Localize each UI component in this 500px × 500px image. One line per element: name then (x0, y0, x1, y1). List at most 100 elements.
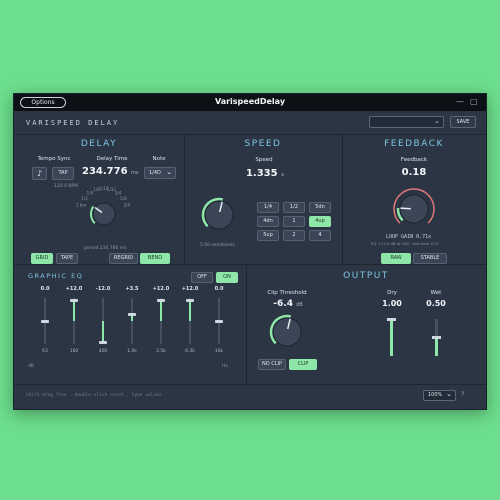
eq-band-value: +12.0 (181, 286, 199, 292)
help-icon[interactable]: ? (461, 391, 464, 398)
eq-slider-thumb[interactable] (186, 298, 194, 302)
regrid-button[interactable]: REGRID (109, 253, 138, 264)
speed-ratio-button[interactable]: 4dn (257, 216, 279, 227)
eq-off-button[interactable]: OFF (191, 272, 213, 283)
clip-button[interactable]: CLIP (289, 359, 317, 370)
eq-slider-thumb[interactable] (215, 319, 223, 323)
loop-gain-readout: LOOP GAIN 0.71x (386, 234, 432, 240)
speed-display: 1.335 x (240, 168, 290, 179)
eq-slider-fill (189, 300, 191, 321)
eq-slider-thumb[interactable] (70, 298, 78, 302)
preset-dropdown[interactable]: ⌄ (369, 116, 444, 128)
eq-on-button[interactable]: ON (216, 272, 238, 283)
clip-threshold-knob[interactable] (272, 317, 302, 347)
speed-value: 1.335 (245, 168, 278, 179)
eq-band: +3.5 1.0k (118, 286, 146, 361)
period-readout: period 234.780 ms (84, 246, 127, 251)
window-title: VarispeedDelay (214, 97, 286, 106)
minimize-icon[interactable]: — (456, 97, 464, 107)
speed-knob-area (201, 197, 234, 230)
wet-value: 0.50 (426, 299, 446, 308)
eq-band-value: +12.0 (65, 286, 83, 292)
zoom-value: 100% (428, 392, 443, 398)
delay-knob-area: 1 bar1/21/41/8 1/161/323/45/82/4 (76, 186, 130, 226)
speed-knob[interactable] (204, 200, 234, 230)
chevron-down-icon: ⌄ (446, 390, 452, 398)
dry-slider-track[interactable] (387, 317, 396, 356)
eq-slider-thumb[interactable] (41, 319, 49, 323)
delay-mode-tape-button[interactable]: TAPE (56, 253, 78, 264)
eq-band-value: +3.5 (125, 286, 139, 292)
speed-feedback-divider (342, 134, 343, 264)
delay-tick-label: 1/2 (81, 196, 88, 201)
delay-speed-divider (184, 134, 185, 264)
eq-band-freq: 400 (98, 349, 108, 354)
note-icon: ♪ (36, 169, 43, 178)
save-button[interactable]: SAVE (450, 116, 476, 128)
eq-band: -12.0 400 (89, 286, 117, 361)
plugin-header-title: VARISPEED DELAY (26, 119, 120, 127)
speed-ratio-button[interactable]: 4 (309, 230, 331, 241)
footer-divider (14, 384, 486, 385)
delay-tick-label: 1 bar (76, 203, 87, 208)
zoom-dropdown[interactable]: 100% ⌄ (423, 390, 456, 401)
dry-slider-thumb[interactable] (387, 317, 396, 321)
eq-slider-track[interactable] (131, 298, 133, 344)
wet-slider-track[interactable] (432, 319, 441, 356)
eq-band-value: +12.0 (152, 286, 170, 292)
eq-band-freq: 2.5k (156, 349, 166, 354)
speed-ratio-button[interactable]: 2 (283, 230, 305, 241)
eq-band: +12.0 160 (60, 286, 88, 361)
eq-bands: 0.0 63 +12.0 160 -12.0 400 +3.5 1.0k +12.0 2.5k +1… (31, 286, 236, 361)
speed-ratio-button[interactable]: 5up (257, 230, 279, 241)
eq-band-value: 0.0 (214, 286, 224, 292)
eq-band: +12.0 2.5k (147, 286, 175, 361)
dry-label: Dry (387, 290, 397, 296)
eq-band-freq: 160 (69, 349, 79, 354)
eq-output-divider (246, 264, 247, 384)
chevron-down-icon: ⌄ (434, 117, 440, 125)
note-dropdown[interactable]: 1/4D ⌄ (144, 167, 176, 179)
eq-band-freq: 6.3k (185, 349, 195, 354)
clip-knob-area (269, 314, 302, 347)
eq-section-title: GRAPHIC EQ (28, 272, 84, 280)
eq-slider-thumb[interactable] (157, 298, 165, 302)
eq-slider-fill (73, 300, 75, 321)
speed-ratio-button[interactable]: 1 (283, 216, 305, 227)
speed-ratio-button[interactable]: 4up (309, 216, 331, 227)
eq-slider-thumb[interactable] (128, 313, 136, 317)
clip-threshold-unit: dB (296, 302, 303, 308)
stable-button[interactable]: STABLE (413, 253, 447, 264)
wet-slider-fill (435, 337, 438, 356)
wet-label: Wet (430, 290, 442, 296)
note-sync-button[interactable]: ♪ (32, 167, 47, 180)
note-dropdown-value: 1/4D (149, 170, 161, 176)
eq-band-value: -12.0 (95, 286, 111, 292)
tempo-sync-label: Tempo Sync (37, 156, 71, 162)
feedback-value: 0.18 (401, 167, 427, 178)
eq-hz-label: Hz (222, 364, 228, 369)
speed-ratio-button[interactable]: 5dn (309, 202, 331, 213)
speed-section-title: SPEED (244, 139, 282, 149)
plugin-window: Options VarispeedDelay — ▢ VARISPEED DEL… (13, 93, 487, 410)
feedback-info: EQ +11.0 dB at 100 · info here 0.21 (371, 241, 440, 246)
raw-button[interactable]: RAW (381, 253, 411, 264)
speed-ratio-button[interactable]: 1/4 (257, 202, 279, 213)
no-clip-button[interactable]: NO CLIP (258, 359, 286, 370)
eq-band-freq: 1.0k (127, 349, 137, 354)
bend-button[interactable]: BEND (140, 253, 170, 264)
maximize-icon[interactable]: ▢ (470, 97, 478, 107)
clip-threshold-value: -6.4 (273, 299, 293, 309)
eq-band: 0.0 16k (205, 286, 233, 361)
eq-slider-fill (160, 300, 162, 321)
dry-slider-fill (390, 319, 393, 356)
output-section-title: OUTPUT (343, 271, 389, 281)
wet-slider-thumb[interactable] (432, 336, 441, 339)
delay-time-knob[interactable] (92, 202, 116, 226)
delay-mode-grid-button[interactable]: GRID (31, 253, 53, 264)
delay-time-label: Delay Time (96, 156, 128, 162)
clip-threshold-display: -6.4 dB (264, 299, 312, 309)
speed-ratio-button[interactable]: 1/2 (283, 202, 305, 213)
eq-slider-thumb[interactable] (99, 340, 107, 344)
semitones-readout: 5.00 semitones (200, 243, 235, 248)
